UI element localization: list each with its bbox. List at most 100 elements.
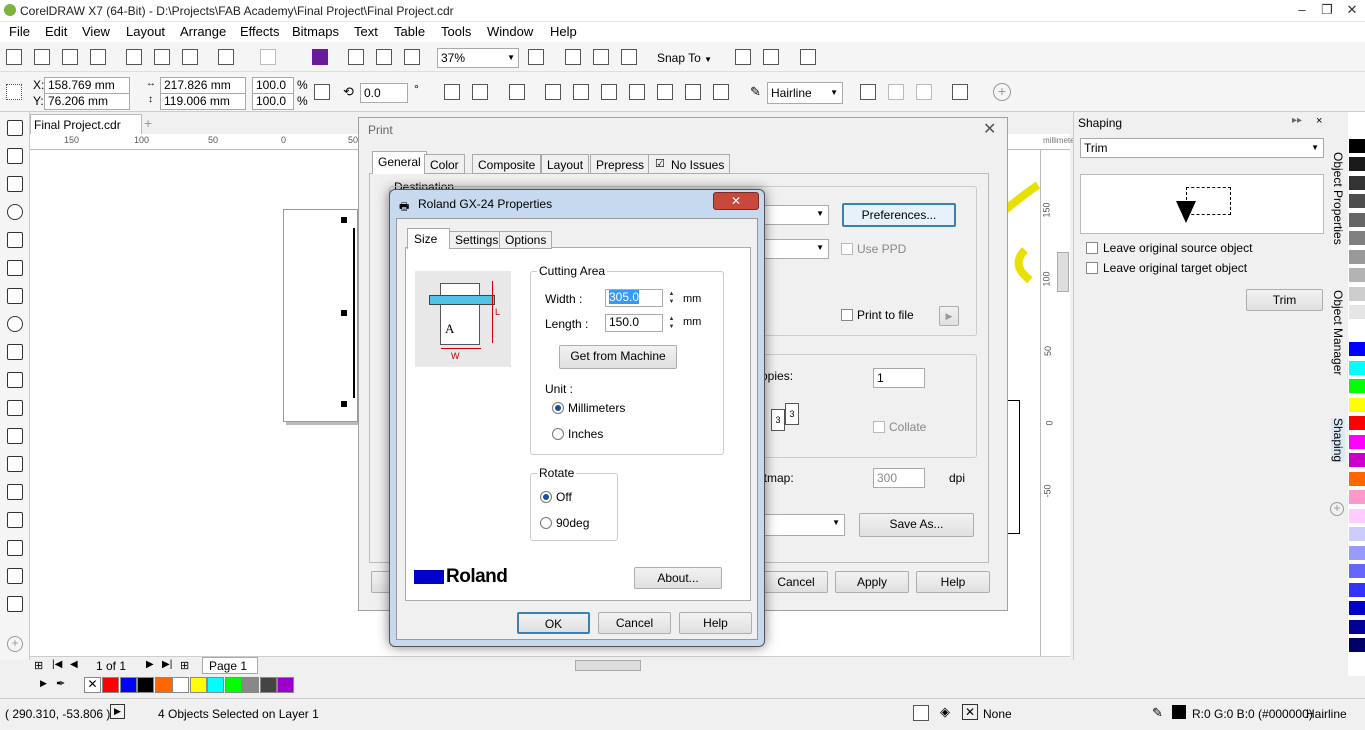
maximize-button[interactable]: ❐ bbox=[1314, 2, 1340, 18]
color-swatch[interactable] bbox=[1349, 175, 1365, 191]
rulers-icon[interactable] bbox=[565, 49, 581, 65]
color-swatch[interactable] bbox=[1349, 268, 1365, 283]
color-swatch[interactable] bbox=[1349, 564, 1365, 579]
color-swatch[interactable] bbox=[1349, 471, 1365, 487]
inches-radio[interactable] bbox=[552, 428, 564, 440]
front-minus-back-icon[interactable] bbox=[657, 84, 673, 100]
page-tab[interactable]: Page 1 bbox=[202, 657, 258, 674]
color-swatch[interactable] bbox=[1349, 545, 1365, 561]
color-swatch[interactable] bbox=[137, 677, 154, 693]
menu-window[interactable]: Window bbox=[487, 24, 533, 39]
new-icon[interactable] bbox=[6, 49, 22, 65]
transparency-icon[interactable] bbox=[7, 484, 23, 500]
tab-settings[interactable]: Settings bbox=[449, 231, 505, 249]
color-swatch[interactable] bbox=[1349, 619, 1365, 635]
publish-pdf-icon[interactable] bbox=[404, 49, 420, 65]
color-swatch[interactable] bbox=[1349, 212, 1365, 228]
next-page-icon[interactable]: ▶ bbox=[146, 659, 154, 670]
document-tab[interactable]: Final Project.cdr bbox=[30, 114, 142, 134]
color-swatch[interactable] bbox=[172, 677, 189, 693]
tab-options[interactable]: Options bbox=[499, 231, 553, 249]
color-swatch[interactable] bbox=[1349, 656, 1365, 672]
distribute-icon[interactable] bbox=[888, 84, 904, 100]
menu-view[interactable]: View bbox=[82, 24, 110, 39]
y-position-input[interactable]: 76.206 mm bbox=[44, 93, 130, 110]
color-swatch[interactable] bbox=[1349, 490, 1365, 505]
print-help-button[interactable]: Help bbox=[916, 571, 990, 593]
group-icon[interactable] bbox=[509, 84, 525, 100]
color-swatch[interactable] bbox=[1349, 323, 1365, 339]
color-swatch[interactable] bbox=[154, 677, 172, 693]
tab-color[interactable]: Color bbox=[424, 154, 465, 174]
page-setup-select[interactable]: ▼ bbox=[759, 239, 829, 259]
color-swatch[interactable] bbox=[242, 677, 259, 693]
print-cancel-button[interactable]: Cancel bbox=[764, 571, 828, 593]
add-tool-icon[interactable]: + bbox=[7, 636, 23, 652]
color-swatch[interactable] bbox=[1349, 453, 1365, 468]
rotation-input[interactable]: 0.0 bbox=[360, 83, 408, 103]
crop-tool-icon[interactable] bbox=[7, 176, 23, 192]
ellipse-tool-icon[interactable] bbox=[7, 316, 23, 332]
smart-fill-icon[interactable] bbox=[7, 260, 23, 276]
selection-handle[interactable] bbox=[341, 217, 347, 223]
bitmap-dpi-input[interactable]: 300 bbox=[873, 468, 925, 488]
align-icon[interactable] bbox=[860, 84, 876, 100]
save-icon[interactable] bbox=[62, 49, 78, 65]
scale-x-input[interactable]: 100.0 bbox=[252, 77, 294, 94]
color-swatch[interactable] bbox=[1349, 379, 1365, 394]
back-minus-front-icon[interactable] bbox=[685, 84, 701, 100]
guidelines-icon[interactable] bbox=[621, 49, 637, 65]
reference-point-icon[interactable] bbox=[6, 84, 22, 100]
align-distribute-icon[interactable] bbox=[952, 84, 968, 100]
snap-to-dropdown[interactable]: Snap To ▼ bbox=[657, 51, 712, 65]
rotate-90-radio[interactable] bbox=[540, 517, 552, 529]
menu-bitmaps[interactable]: Bitmaps bbox=[292, 24, 339, 39]
color-swatch[interactable] bbox=[1349, 601, 1365, 616]
palette-eyedropper-icon[interactable]: ✒ bbox=[56, 677, 65, 690]
leave-target-checkbox[interactable] bbox=[1086, 262, 1098, 274]
pick-tool-icon[interactable] bbox=[7, 120, 23, 136]
copy-icon[interactable] bbox=[154, 49, 170, 65]
lock-ratio-icon[interactable] bbox=[314, 84, 330, 100]
tab-general[interactable]: General bbox=[372, 151, 427, 174]
save-as-button[interactable]: Save As... bbox=[859, 513, 974, 537]
color-swatch[interactable] bbox=[1349, 157, 1365, 172]
shape-tool-icon[interactable] bbox=[7, 148, 23, 164]
color-swatch[interactable] bbox=[224, 677, 242, 693]
cut-icon[interactable] bbox=[126, 49, 142, 65]
print-close-icon[interactable]: ✕ bbox=[983, 119, 996, 139]
selection-handle[interactable] bbox=[341, 401, 347, 407]
selection-handle[interactable] bbox=[341, 310, 347, 316]
color-swatch[interactable] bbox=[1349, 360, 1365, 376]
about-button[interactable]: About... bbox=[634, 567, 722, 589]
close-button[interactable]: ✕ bbox=[1339, 2, 1365, 18]
printer-select[interactable]: ▼ bbox=[759, 205, 829, 225]
print-to-file-checkbox[interactable] bbox=[841, 309, 853, 321]
copies-input[interactable]: 1 bbox=[873, 368, 925, 388]
vertical-scrollbar[interactable] bbox=[1057, 252, 1069, 292]
zoom-tool-icon[interactable] bbox=[7, 204, 23, 220]
color-swatch[interactable] bbox=[207, 677, 224, 693]
zoom-level-select[interactable]: 37% ▼ bbox=[437, 48, 519, 68]
freehand-tool-icon[interactable] bbox=[7, 232, 23, 248]
drop-shadow-icon[interactable] bbox=[7, 456, 23, 472]
tab-object-properties[interactable]: Object Properties bbox=[1331, 152, 1345, 245]
color-swatch[interactable] bbox=[259, 677, 277, 693]
undo-icon[interactable] bbox=[218, 49, 234, 65]
prev-page-icon[interactable]: ◀ bbox=[70, 659, 78, 670]
menu-help[interactable]: Help bbox=[550, 24, 577, 39]
color-swatch[interactable] bbox=[102, 677, 119, 693]
color-swatch[interactable] bbox=[1349, 397, 1365, 413]
palette-arrow-icon[interactable]: ▶ bbox=[40, 678, 47, 689]
collate-checkbox[interactable] bbox=[873, 421, 885, 433]
height-input[interactable]: 119.006 mm bbox=[160, 93, 246, 110]
color-swatch[interactable] bbox=[1349, 416, 1365, 431]
menu-arrange[interactable]: Arrange bbox=[180, 24, 226, 39]
paste-icon[interactable] bbox=[182, 49, 198, 65]
menu-table[interactable]: Table bbox=[394, 24, 425, 39]
outline-width-select[interactable]: Hairline ▼ bbox=[767, 82, 843, 104]
color-proof-icon[interactable] bbox=[913, 705, 929, 721]
tab-composite[interactable]: Composite bbox=[472, 154, 542, 174]
ok-button[interactable]: OK bbox=[517, 612, 590, 634]
grid-icon[interactable] bbox=[593, 49, 609, 65]
